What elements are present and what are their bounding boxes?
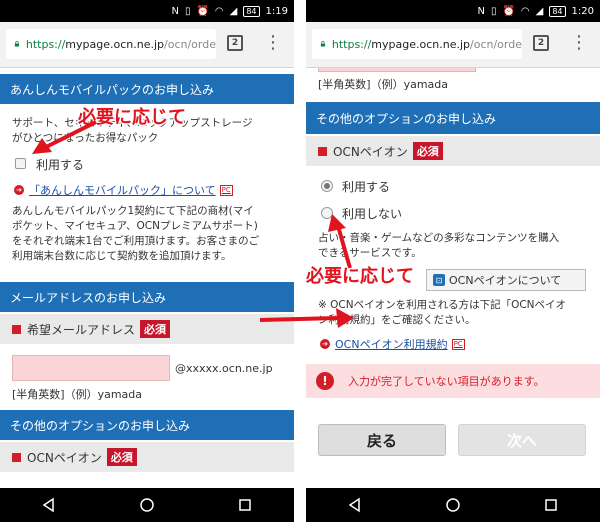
back-nav-icon[interactable]: [347, 497, 363, 513]
required-badge: 必須: [412, 142, 443, 160]
right-phone-screen: N ▯ ⏰ ◠ ◢ 84 1:20 https://mypage.ocn.ne.…: [306, 0, 600, 522]
url-scheme: https://: [331, 37, 372, 51]
address-bar[interactable]: https://mypage.ocn.ne.jp/ocn/orde: [312, 29, 522, 59]
nfc-icon: N: [477, 5, 485, 17]
left-phone-screen: N ▯ ⏰ ◠ ◢ 84 1:19 https://mypage.ocn.ne.…: [0, 0, 294, 522]
ocn-payon-row: OCNペイオン 必須: [306, 136, 600, 166]
anshin-body-line: をそれぞれ端末1台でご利用頂けます。お客さまのご: [12, 235, 260, 247]
error-banner: ! 入力が完了していない項目があります。: [306, 364, 600, 398]
required-marker-icon: [318, 146, 327, 156]
ocn-payon-label: OCNペイオン: [27, 450, 102, 465]
radio-use-label: 利用する: [342, 180, 391, 194]
ocn-payon-info-label: OCNペイオンについて: [449, 274, 562, 287]
annotation-arrow-icon: [32, 120, 97, 154]
anshin-section-header: あんしんモバイルパックのお申し込み: [0, 74, 294, 104]
mail-section-header: メールアドレスのお申し込み: [0, 282, 294, 312]
back-button[interactable]: 戻る: [318, 424, 446, 456]
clock: 1:20: [571, 5, 594, 17]
required-marker-icon: [12, 324, 21, 334]
wifi-icon: ◠: [214, 5, 224, 17]
anshin-body-line: ポケット、マイセキュア、OCNプレミアムサポート): [12, 220, 258, 232]
mail-field-row: 希望メールアドレス 必須: [0, 314, 294, 344]
cross-panel-arrow-icon: [259, 308, 354, 328]
anshin-info-link[interactable]: ➔ 「あんしんモバイルパック」について PC: [14, 182, 233, 198]
vibrate-icon: ▯: [490, 5, 497, 17]
mail-hint: [半角英数]（例）yamada: [318, 78, 449, 91]
address-bar[interactable]: https://mypage.ocn.ne.jp/ocn/orde: [6, 29, 216, 59]
ocn-payon-notice: ※ OCNペイオンを利用される方は下記「OCNペイオ ン利用規約」をご確認くださ…: [318, 298, 598, 328]
mail-address-input[interactable]: [12, 355, 170, 381]
battery-icon: 84: [549, 5, 566, 17]
option-section-header: その他のオプションのお申し込み: [0, 410, 294, 440]
mail-domain: @xxxxx.ocn.ne.jp: [175, 362, 273, 375]
next-button[interactable]: 次へ: [458, 424, 586, 456]
url-host: mypage.ocn.ne.jp: [371, 37, 471, 51]
status-bar: N ▯ ⏰ ◠ ◢ 84 1:19: [0, 0, 294, 22]
anshin-body-line: 利用端末台数に応じて契約数を追加頂けます。: [12, 250, 232, 262]
url-host: mypage.ocn.ne.jp: [65, 37, 165, 51]
home-nav-icon[interactable]: [139, 497, 155, 513]
anshin-checkbox-label: 利用する: [36, 158, 85, 172]
error-message: 入力が完了していない項目があります。: [348, 375, 545, 388]
battery-icon: 84: [243, 5, 260, 17]
ocn-payon-terms-link[interactable]: ➔ OCNペイオン利用規約 PC: [320, 336, 465, 352]
window-icon: ⊡: [433, 274, 445, 286]
android-nav-bar: [306, 488, 600, 522]
mail-address-input[interactable]: [318, 68, 476, 72]
option-section-header: その他のオプションのお申し込み: [306, 102, 600, 134]
required-badge: 必須: [106, 448, 137, 466]
tab-switcher-button[interactable]: 2: [227, 35, 243, 51]
vibrate-icon: ▯: [184, 5, 191, 17]
anshin-body-text: あんしんモバイルパック1契約にて下記の商材(マイ ポケット、マイセキュア、OCN…: [12, 204, 292, 264]
tab-switcher-button[interactable]: 2: [533, 35, 549, 51]
lock-icon: [14, 41, 20, 47]
arrow-right-icon: ➔: [320, 339, 330, 349]
status-bar: N ▯ ⏰ ◠ ◢ 84 1:20: [306, 0, 600, 22]
ocn-payon-info-button[interactable]: ⊡ OCNペイオンについて: [426, 269, 586, 291]
error-icon: !: [316, 372, 334, 390]
url-path: /ocn/orde: [470, 37, 522, 51]
mail-hint: [半角英数]（例）yamada: [12, 388, 143, 401]
ocn-payon-row: OCNペイオン 必須: [0, 442, 294, 472]
required-badge: 必須: [140, 320, 171, 338]
browser-toolbar: https://mypage.ocn.ne.jp/ocn/orde 2 ⋮: [306, 22, 600, 68]
signal-icon: ◢: [229, 5, 238, 17]
back-nav-icon[interactable]: [41, 497, 57, 513]
more-menu-icon[interactable]: ⋮: [264, 33, 282, 55]
wifi-icon: ◠: [520, 5, 530, 17]
alarm-icon: ⏰: [196, 5, 209, 17]
annotation-text: 必要に応じて: [306, 266, 414, 287]
recents-nav-icon[interactable]: [543, 497, 559, 513]
more-menu-icon[interactable]: ⋮: [570, 33, 588, 55]
pc-badge: PC: [451, 338, 465, 350]
nfc-icon: N: [171, 5, 179, 17]
anshin-link-text: 「あんしんモバイルパック」について: [29, 184, 216, 197]
notice-line: ン利用規約」をご確認ください。: [318, 314, 476, 326]
recents-nav-icon[interactable]: [237, 497, 253, 513]
ocn-payon-label: OCNペイオン: [333, 144, 408, 159]
signal-icon: ◢: [535, 5, 544, 17]
required-marker-icon: [12, 452, 21, 462]
lock-icon: [320, 41, 326, 47]
url-path: /ocn/orde: [164, 37, 216, 51]
android-nav-bar: [0, 488, 294, 522]
mail-field-label: 希望メールアドレス: [27, 322, 136, 337]
clock: 1:19: [265, 5, 288, 17]
notice-line: ※ OCNペイオンを利用される方は下記「OCNペイオ: [318, 299, 567, 311]
pc-badge: PC: [219, 184, 233, 196]
radio-use[interactable]: [321, 180, 333, 192]
browser-toolbar: https://mypage.ocn.ne.jp/ocn/orde 2 ⋮: [0, 22, 294, 68]
terms-link-text: OCNペイオン利用規約: [335, 338, 448, 351]
anshin-body-line: あんしんモバイルパック1契約にて下記の商材(マイ: [12, 205, 254, 217]
url-scheme: https://: [25, 37, 66, 51]
alarm-icon: ⏰: [502, 5, 515, 17]
anshin-use-checkbox[interactable]: [15, 158, 26, 169]
home-nav-icon[interactable]: [445, 497, 461, 513]
arrow-right-icon: ➔: [14, 185, 24, 195]
